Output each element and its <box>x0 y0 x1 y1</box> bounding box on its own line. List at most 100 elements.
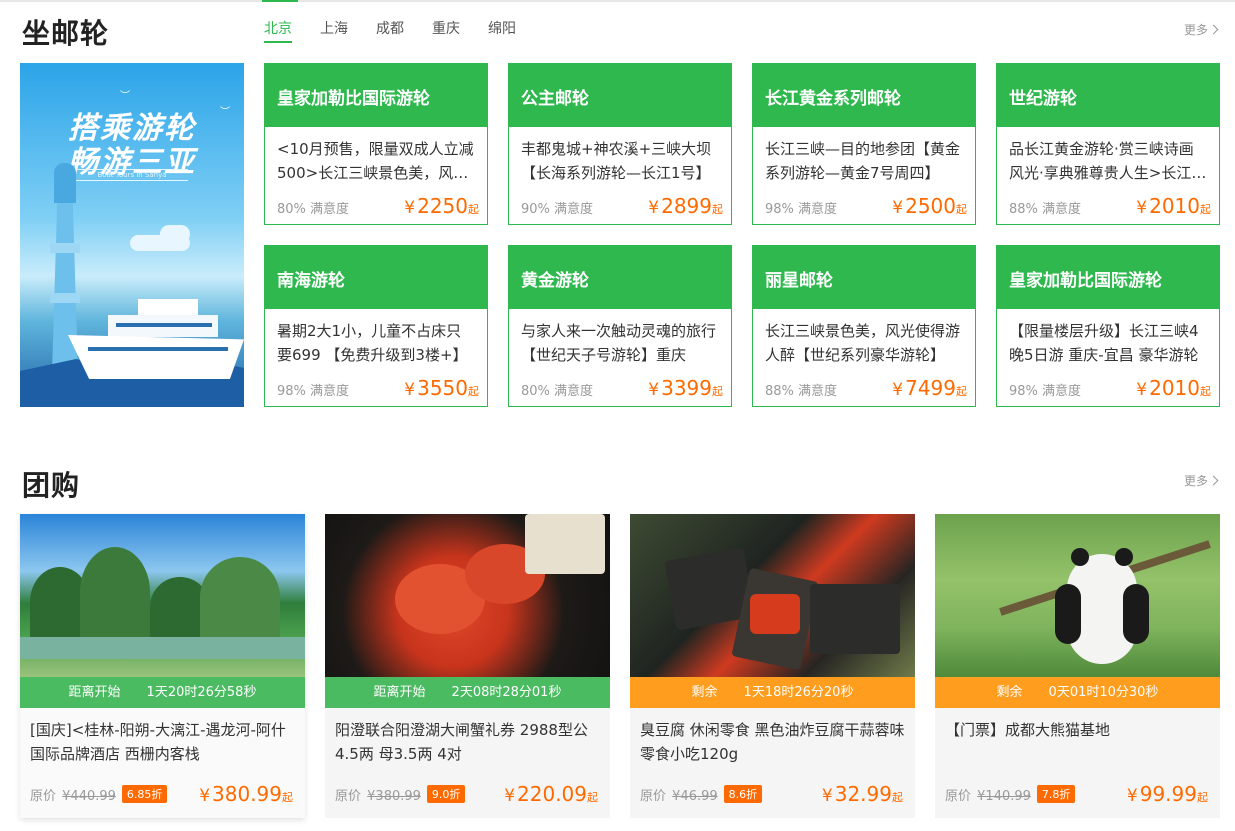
group-more-link[interactable]: 更多 <box>1183 472 1219 489</box>
discount-badge: 9.0折 <box>426 785 466 803</box>
original-price: 原价 ¥46.99 <box>640 785 718 804</box>
countdown-label: 距离开始 <box>68 685 121 700</box>
cruise-price: ¥7499起 <box>892 376 967 400</box>
currency-symbol: ¥ <box>1136 380 1148 400</box>
price-value: 3550 <box>417 376 468 400</box>
guilin-landscape-image <box>20 514 305 677</box>
currency-symbol: ¥ <box>1126 786 1138 806</box>
countdown-bar: 距离开始 1天20时26分58秒 <box>20 677 305 708</box>
group-buy-card[interactable]: 距离开始 1天20时26分58秒 [国庆]<桂林-阳朔-大漓江-遇龙河-阿什国际品… <box>20 514 305 818</box>
currency-symbol: ¥ <box>504 786 516 806</box>
satisfaction-rate: 98% 满意度 <box>277 384 350 399</box>
countdown-label: 剩余 <box>996 685 1023 700</box>
currency-symbol: ¥ <box>892 380 904 400</box>
countdown-timer: 0天01时10分30秒 <box>1048 685 1159 700</box>
cruise-section-title: 坐邮轮 <box>22 17 110 50</box>
countdown-label: 剩余 <box>691 685 718 700</box>
bird-icon: ︶ <box>120 91 130 102</box>
price-suffix: 起 <box>712 203 723 216</box>
price-suffix: 起 <box>1197 791 1208 804</box>
cruise-price: ¥2010起 <box>1136 194 1211 218</box>
stinky-tofu-image <box>630 514 915 677</box>
price-value: 3399 <box>661 376 712 400</box>
cruise-name: 丽星邮轮 <box>753 246 975 309</box>
currency-symbol: ¥ <box>648 198 660 218</box>
cruise-card[interactable]: 长江黄金系列邮轮 长江三峡—目的地参团【黄金系列游轮—黄金7号周四】 98% 满… <box>752 63 976 225</box>
cruise-name: 黄金游轮 <box>509 246 731 309</box>
price-value: 99.99 <box>1139 782 1197 806</box>
cruise-card[interactable]: 丽星邮轮 长江三峡景色美，风光使得游人醉【世纪系列豪华游轮】 88% 满意度 ¥… <box>752 245 976 407</box>
cruise-card[interactable]: 南海游轮 暑期2大1小，儿童不占床只要699 【免费升级到3楼+】 98% 满意… <box>264 245 488 407</box>
countdown-timer: 1天18时26分20秒 <box>743 685 854 700</box>
price-value: 2010 <box>1149 376 1200 400</box>
original-price: 原价 ¥140.99 <box>945 785 1031 804</box>
currency-symbol: ¥ <box>199 786 211 806</box>
cruise-card[interactable]: 世纪游轮 品长江黄金游轮·赏三峡诗画风光·享典雅尊贵人生>长江三峡 88% 满意… <box>996 63 1220 225</box>
orig-value: ¥46.99 <box>672 788 718 804</box>
price-value: 220.09 <box>517 782 587 806</box>
chevron-right-icon <box>1208 475 1219 486</box>
top-divider <box>0 0 1235 2</box>
price-value: 2899 <box>661 194 712 218</box>
cruise-name: 长江黄金系列邮轮 <box>753 64 975 127</box>
cruise-description: 长江三峡景色美，风光使得游人醉【世纪系列豪华游轮】 <box>765 322 961 364</box>
cruise-price: ¥2250起 <box>404 194 479 218</box>
more-label: 更多 <box>1183 474 1208 488</box>
deal-title: 臭豆腐 休闲零食 黑色油炸豆腐干蒜蓉味零食小吃120g <box>640 721 905 763</box>
giant-panda-image <box>935 514 1220 677</box>
cruise-price: ¥2010起 <box>1136 376 1211 400</box>
price-suffix: 起 <box>587 791 598 804</box>
deal-price: ¥99.99起 <box>1127 782 1208 806</box>
group-card-grid: 距离开始 1天20时26分58秒 [国庆]<桂林-阳朔-大漓江-遇龙河-阿什国际品… <box>20 514 1220 818</box>
price-suffix: 起 <box>712 385 723 398</box>
cruise-name: 皇家加勒比国际游轮 <box>997 246 1219 309</box>
cruise-price: ¥3550起 <box>404 376 479 400</box>
group-buy-card[interactable]: 距离开始 2天08时28分01秒 阳澄联合阳澄湖大闸蟹礼券 2988型公4.5两 … <box>325 514 610 818</box>
price-suffix: 起 <box>1200 203 1211 216</box>
satisfaction-rate: 98% 满意度 <box>765 202 838 217</box>
cruise-card[interactable]: 公主邮轮 丰都鬼城+神农溪+三峡大坝【长海系列游轮—长江1号】 90% 满意度 … <box>508 63 732 225</box>
price-suffix: 起 <box>956 385 967 398</box>
cloud-decoration <box>160 225 190 243</box>
cruise-description: 长江三峡—目的地参团【黄金系列游轮—黄金7号周四】 <box>765 140 961 182</box>
orig-value: ¥380.99 <box>367 788 421 804</box>
orig-label: 原价 <box>335 788 362 804</box>
cruise-card[interactable]: 皇家加勒比国际游轮 【限量楼层升级】长江三峡4晚5日游 重庆-宜昌 豪华游轮 9… <box>996 245 1220 407</box>
discount-badge: 6.85折 <box>121 785 168 803</box>
city-tab-chengdu[interactable]: 成都 <box>376 20 404 43</box>
city-tab-beijing[interactable]: 北京 <box>264 20 292 43</box>
deal-price: ¥220.09起 <box>504 782 598 806</box>
original-price: 原价 ¥440.99 <box>30 785 116 804</box>
discount-badge: 7.8折 <box>1036 785 1076 803</box>
cruise-name: 公主邮轮 <box>509 64 731 127</box>
cruise-name: 世纪游轮 <box>997 64 1219 127</box>
city-tab-shanghai[interactable]: 上海 <box>320 20 348 43</box>
cruise-description: <10月预售，限量双成人立减500>长江三峡景色美，风光使得游人醉 <box>277 140 474 182</box>
city-tab-mianyang[interactable]: 绵阳 <box>488 20 516 43</box>
cruise-name: 皇家加勒比国际游轮 <box>265 64 487 127</box>
cruise-promo-banner[interactable]: ︶ ︶ 搭乘游轮 畅游三亚 Boat Tours in Sanya <box>20 63 244 407</box>
cruise-card[interactable]: 皇家加勒比国际游轮 <10月预售，限量双成人立减500>长江三峡景色美，风光使得… <box>264 63 488 225</box>
satisfaction-rate: 90% 满意度 <box>521 202 594 217</box>
countdown-bar: 距离开始 2天08时28分01秒 <box>325 677 610 708</box>
city-tabs: 北京 上海 成都 重庆 绵阳 <box>264 20 544 43</box>
currency-symbol: ¥ <box>821 786 833 806</box>
currency-symbol: ¥ <box>404 198 416 218</box>
city-tab-chongqing[interactable]: 重庆 <box>432 20 460 43</box>
group-buy-card[interactable]: 剩余 0天01时10分30秒 【门票】成都大熊猫基地 原价 ¥140.99 7.8… <box>935 514 1220 818</box>
group-buy-card[interactable]: 剩余 1天18时26分20秒 臭豆腐 休闲零食 黑色油炸豆腐干蒜蓉味零食小吃120… <box>630 514 915 818</box>
discount-badge: 8.6折 <box>723 785 763 803</box>
active-tab-accent <box>262 0 298 2</box>
group-section-title: 团购 <box>22 469 81 502</box>
chevron-right-icon <box>1208 24 1219 35</box>
countdown-timer: 1天20时26分58秒 <box>146 685 257 700</box>
orig-label: 原价 <box>30 788 57 804</box>
currency-symbol: ¥ <box>892 198 904 218</box>
cruise-card[interactable]: 黄金游轮 与家人来一次触动灵魂的旅行【世纪天子号游轮】重庆 80% 满意度 ¥3… <box>508 245 732 407</box>
cruise-more-link[interactable]: 更多 <box>1184 21 1219 38</box>
satisfaction-rate: 80% 满意度 <box>521 384 594 399</box>
satisfaction-rate: 80% 满意度 <box>277 202 350 217</box>
deal-price: ¥380.99起 <box>199 782 293 806</box>
price-suffix: 起 <box>892 791 903 804</box>
price-value: 2010 <box>1149 194 1200 218</box>
